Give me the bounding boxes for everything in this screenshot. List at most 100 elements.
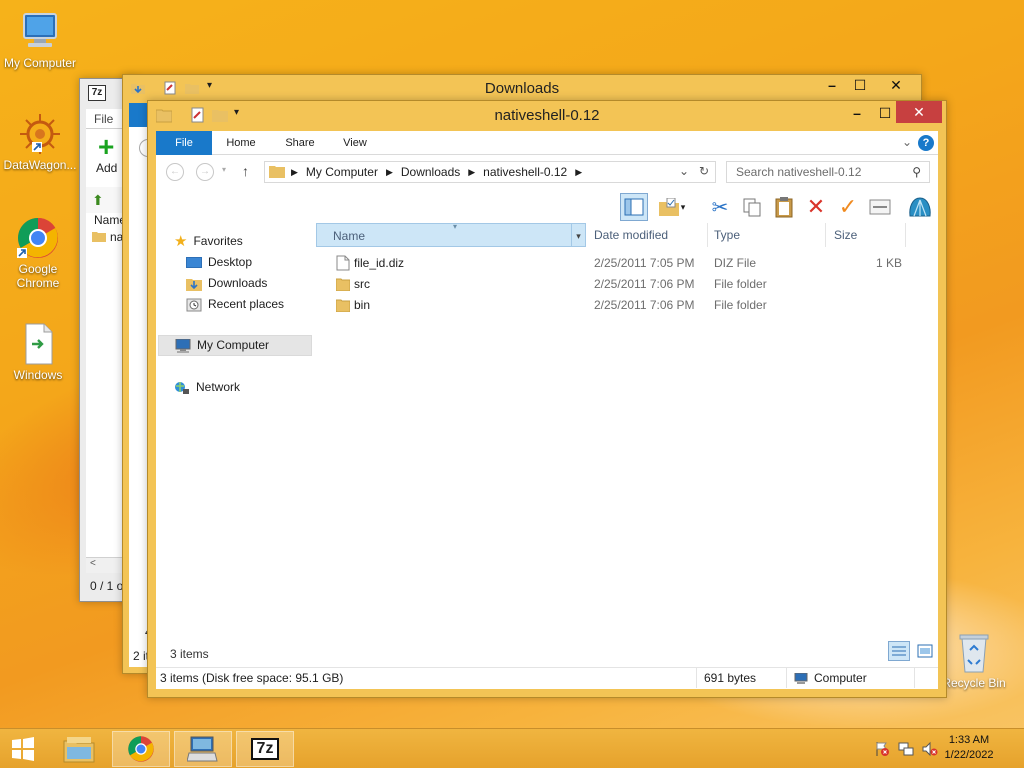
search-placeholder: Search nativeshell-0.12: [736, 165, 862, 179]
file-name: src: [354, 277, 370, 291]
status-divider: [914, 668, 915, 688]
scroll-left-icon[interactable]: <: [90, 558, 96, 569]
desktop-icon-my-computer[interactable]: My Computer: [0, 10, 80, 70]
add-button-label[interactable]: Add: [96, 161, 117, 175]
tab-home[interactable]: Home: [220, 131, 262, 155]
shell-icon: [909, 197, 931, 217]
preview-pane-icon: [624, 198, 644, 216]
back-button[interactable]: ←: [166, 163, 184, 181]
clock-time: 1:33 AM: [948, 734, 990, 746]
breadcrumb-separator-icon[interactable]: ▶: [291, 167, 298, 178]
status-size: 691 bytes: [704, 671, 757, 685]
column-dropdown-icon[interactable]: ▾: [571, 224, 585, 246]
breadcrumb-separator-icon[interactable]: ▶: [386, 167, 393, 178]
file-row[interactable]: src 2/25/2011 7:06 PM File folder: [324, 274, 938, 295]
downloads-file-tab[interactable]: [129, 103, 149, 127]
file-date: 2/25/2011 7:06 PM: [594, 298, 695, 312]
delete-button[interactable]: ✕: [802, 193, 830, 221]
network-icon: [175, 381, 189, 394]
forward-button[interactable]: →: [196, 163, 214, 181]
close-button[interactable]: ✕: [875, 75, 917, 95]
taskbar-7zip[interactable]: 7z: [236, 731, 294, 767]
status-divider: [696, 668, 697, 688]
properties-button[interactable]: [866, 193, 894, 221]
ribbon-expand-icon[interactable]: ⌄: [902, 135, 912, 149]
up-folder-icon[interactable]: ⬆: [92, 192, 104, 209]
tab-share[interactable]: Share: [278, 131, 322, 155]
rename-button[interactable]: ✓: [834, 193, 862, 221]
large-icons-view-button[interactable]: [916, 643, 934, 659]
recent-places-icon: [186, 298, 202, 311]
close-button[interactable]: ✕: [896, 101, 942, 123]
maximize-button[interactable]: ☐: [843, 75, 877, 95]
star-icon: ★: [174, 233, 188, 250]
desktop-icon-label: Google Chrome: [16, 262, 60, 290]
computer-icon: [18, 10, 62, 54]
datawagon-icon: [18, 112, 62, 156]
copy-icon: [743, 198, 761, 217]
downloads-folder-icon: [186, 278, 202, 291]
file-row[interactable]: file_id.diz 2/25/2011 7:05 PM DIZ File 1…: [324, 253, 938, 274]
sevenzip-icon: 7z: [251, 738, 279, 760]
file-date: 2/25/2011 7:06 PM: [594, 277, 695, 291]
navigation-pane: ★ Favorites Desktop Downloads Recent pla…: [156, 223, 316, 657]
file-type: File folder: [714, 298, 767, 312]
folder-icon: [92, 230, 106, 245]
address-dropdown-icon[interactable]: ⌄: [679, 164, 689, 178]
file-row[interactable]: bin 2/25/2011 7:06 PM File folder: [324, 295, 938, 316]
breadcrumb-nativeshell[interactable]: nativeshell-0.12: [483, 165, 567, 179]
search-input[interactable]: Search nativeshell-0.12 ⚲: [726, 161, 930, 183]
desktop-icon-windows[interactable]: Windows: [0, 322, 78, 382]
file-type: File folder: [714, 277, 767, 291]
tab-file[interactable]: File: [156, 131, 212, 155]
organize-button[interactable]: ▾: [654, 193, 690, 221]
search-icon[interactable]: ⚲: [912, 162, 921, 182]
explorer-window[interactable]: ▾ nativeshell-0.12 – ☐ ✕ File Home Share…: [147, 100, 947, 698]
folder-icon: [335, 298, 351, 319]
paste-button[interactable]: [770, 193, 798, 221]
help-icon[interactable]: ?: [918, 135, 934, 151]
chrome-icon: [16, 216, 60, 260]
column-header-date[interactable]: Date modified: [586, 223, 708, 247]
up-button[interactable]: ↑: [242, 163, 249, 179]
start-button[interactable]: [0, 731, 46, 767]
recent-locations-icon[interactable]: ▾: [222, 165, 226, 174]
breadcrumb-downloads[interactable]: Downloads: [401, 165, 460, 179]
nav-desktop[interactable]: Desktop: [186, 252, 252, 273]
file-list: Name ▾ ▾ Date modified Type Size file_id…: [316, 222, 938, 657]
nav-favorites[interactable]: ★ Favorites: [174, 231, 243, 252]
breadcrumb-separator-icon[interactable]: ▶: [468, 167, 475, 178]
windows-logo-icon: [12, 737, 34, 761]
preview-pane-button[interactable]: [620, 193, 648, 221]
network-status-icon[interactable]: [898, 741, 914, 757]
copy-button[interactable]: [738, 193, 766, 221]
window-title: nativeshell-0.12: [494, 107, 600, 124]
desktop-icon-datawagon[interactable]: DataWagon...: [0, 112, 80, 172]
breadcrumb-separator-icon[interactable]: ▶: [575, 167, 582, 178]
tab-view[interactable]: View: [336, 131, 374, 155]
column-header-type[interactable]: Type: [706, 223, 826, 247]
address-bar[interactable]: ▶ My Computer ▶ Downloads ▶ nativeshell-…: [264, 161, 716, 183]
nav-network[interactable]: Network: [174, 377, 240, 398]
nav-my-computer[interactable]: My Computer: [158, 335, 312, 356]
cut-button[interactable]: ✂: [706, 193, 734, 221]
nav-downloads[interactable]: Downloads: [186, 273, 267, 294]
add-plus-icon: +: [98, 131, 115, 162]
system-clock[interactable]: 1:33 AM 1/22/2022: [934, 733, 1004, 763]
delete-x-icon: ✕: [806, 194, 826, 219]
menu-file[interactable]: File: [94, 112, 113, 126]
column-header-size[interactable]: Size: [826, 223, 906, 247]
column-header-name[interactable]: Name ▾ ▾: [316, 222, 586, 247]
taskbar-chrome[interactable]: [112, 731, 170, 767]
shell-button[interactable]: [906, 193, 934, 221]
taskbar-remote-desktop[interactable]: [174, 731, 232, 767]
desktop-icon-chrome[interactable]: Google Chrome: [0, 216, 78, 290]
breadcrumb-my-computer[interactable]: My Computer: [306, 165, 378, 179]
details-view-button[interactable]: [888, 641, 910, 661]
action-center-flag-icon[interactable]: [874, 741, 890, 757]
desktop-icon: [186, 256, 202, 268]
file-name: file_id.diz: [354, 256, 405, 270]
taskbar-explorer[interactable]: [50, 731, 108, 767]
refresh-icon[interactable]: ↻: [699, 164, 709, 178]
nav-recent-places[interactable]: Recent places: [186, 294, 284, 315]
